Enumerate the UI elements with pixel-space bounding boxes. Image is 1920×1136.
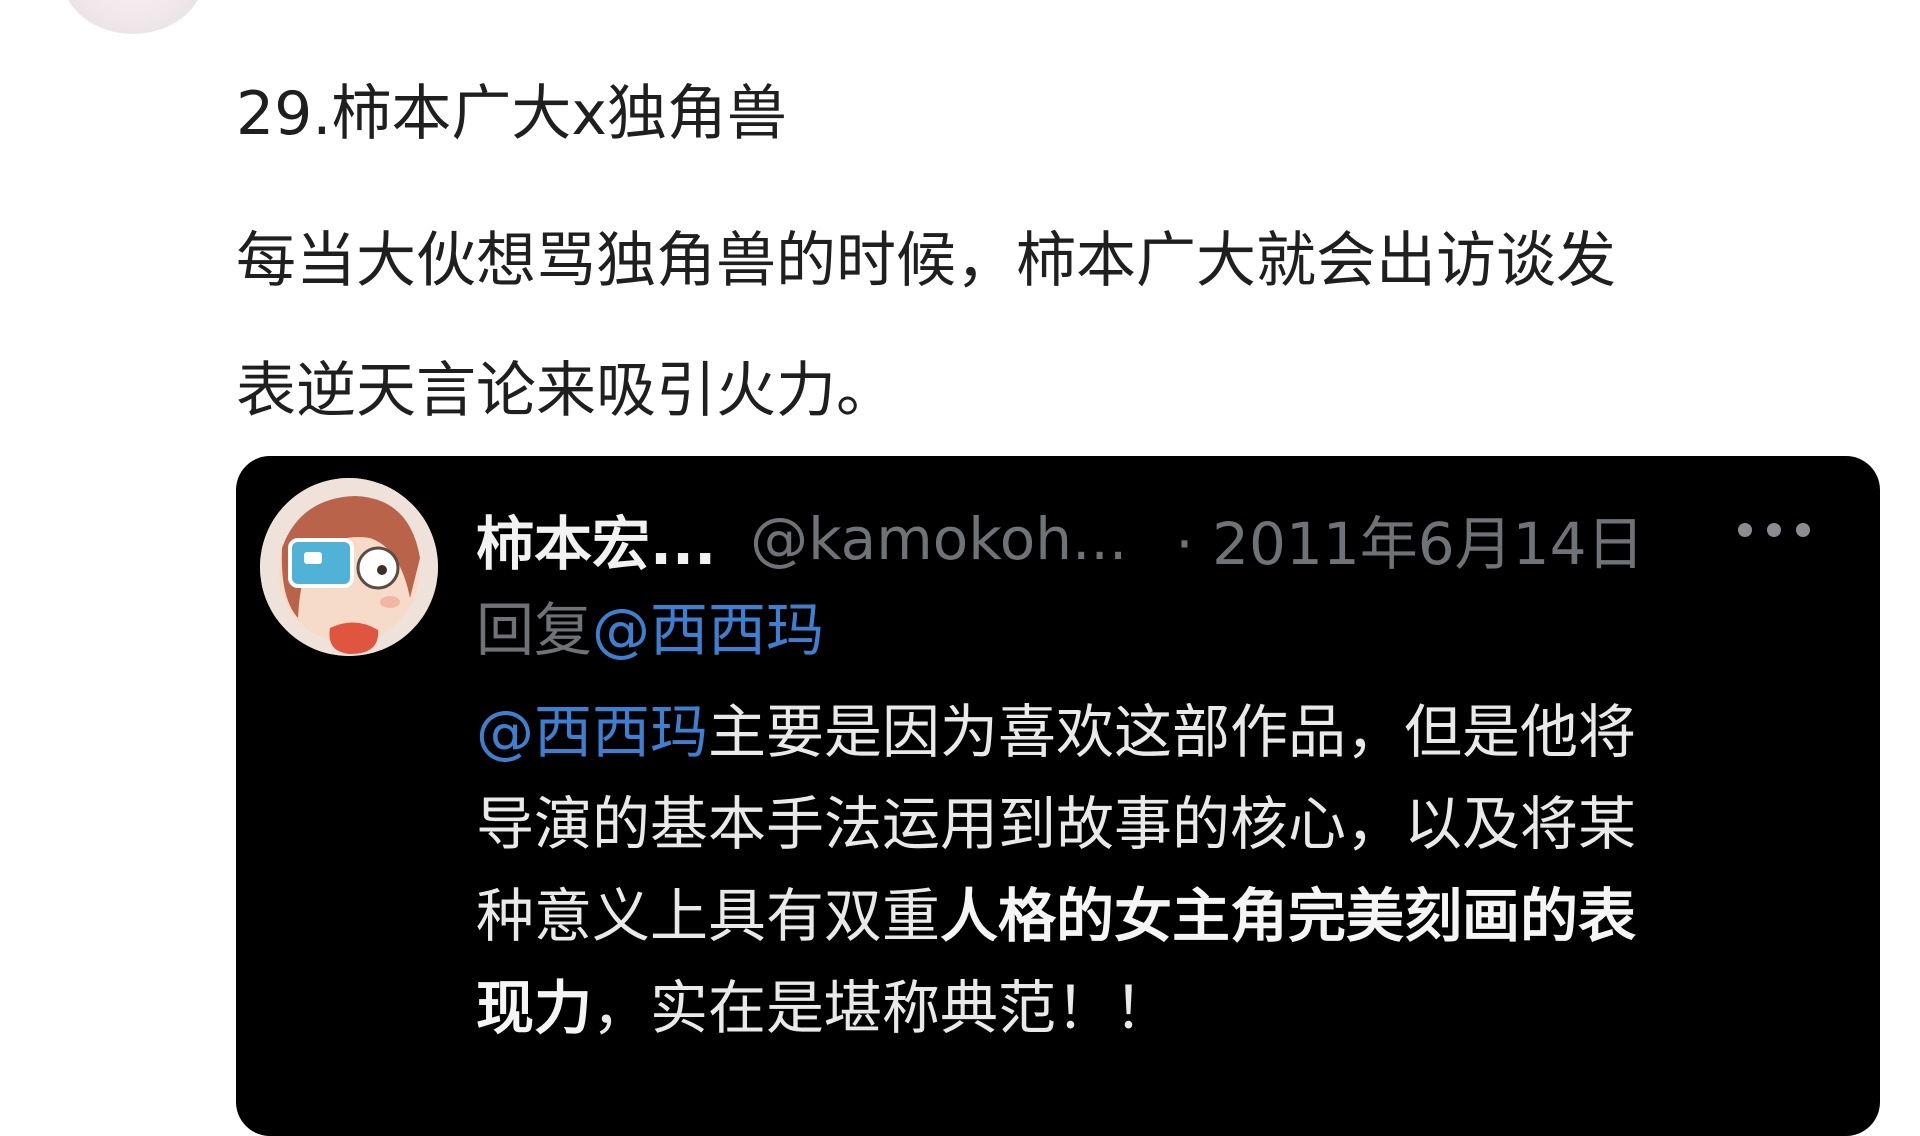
tweet-text-line: 现力，实在是堪称典范！！ (476, 962, 1856, 1054)
author-avatar[interactable] (62, 0, 204, 34)
more-dot (1796, 523, 1810, 537)
reply-mention-link[interactable]: @西西玛 (592, 596, 824, 664)
tweet-text-bold-segment: 现力 (476, 974, 593, 1042)
avatar-illustration (260, 478, 438, 656)
more-horizontal-icon[interactable] (1738, 518, 1810, 542)
tweet-display-name[interactable]: 柿本宏... (476, 497, 716, 581)
tweet-text-line: @西西玛主要是因为喜欢这部作品，但是他将 (476, 686, 1856, 778)
more-dot (1767, 523, 1781, 537)
tweet-text-bold-segment: 人格的女主角完美刻画的表 (940, 882, 1637, 950)
post-body-line: 每当大伙想骂独角兽的时候，柿本广大就会出访谈发 (236, 226, 1616, 296)
post-title: 29.柿本广大x独角兽 (236, 79, 787, 149)
tweet-header: 柿本宏... @kamokoh... · 2011年6月14日 (476, 494, 1644, 584)
tweet-text-segment: 主要是因为喜欢这部作品，但是他将 (708, 698, 1637, 766)
tweet-text-line: 导演的基本手法运用到故事的核心，以及将某 (476, 790, 1637, 858)
more-dot (1738, 523, 1752, 537)
tweet-date[interactable]: · 2011年6月14日 (1175, 497, 1644, 581)
tweet-text-line: 种意义上具有双重人格的女主角完美刻画的表 (476, 870, 1856, 962)
tweet-avatar[interactable] (260, 478, 438, 656)
tweet-text: @西西玛主要是因为喜欢这部作品，但是他将 导演的基本手法运用到故事的核心，以及将… (476, 686, 1856, 1054)
embedded-tweet-card[interactable]: 柿本宏... @kamokoh... · 2011年6月14日 回复@西西玛 @… (236, 456, 1880, 1136)
post-body-line: 表逆天言论来吸引火力。 (236, 356, 896, 426)
tweet-text-segment: ，实在是堪称典范！！ (592, 974, 1173, 1042)
tweet-handle[interactable]: @kamokoh... (750, 505, 1127, 573)
post-body: 每当大伙想骂独角兽的时候，柿本广大就会出访谈发 表逆天言论来吸引火力。 (236, 196, 1836, 456)
reply-prefix: 回复 (476, 596, 593, 664)
tweet-text-segment: 种意义上具有双重 (476, 882, 941, 950)
reply-to-line: 回复@西西玛 (476, 584, 824, 676)
tweet-mention-link[interactable]: @西西玛 (476, 698, 708, 766)
